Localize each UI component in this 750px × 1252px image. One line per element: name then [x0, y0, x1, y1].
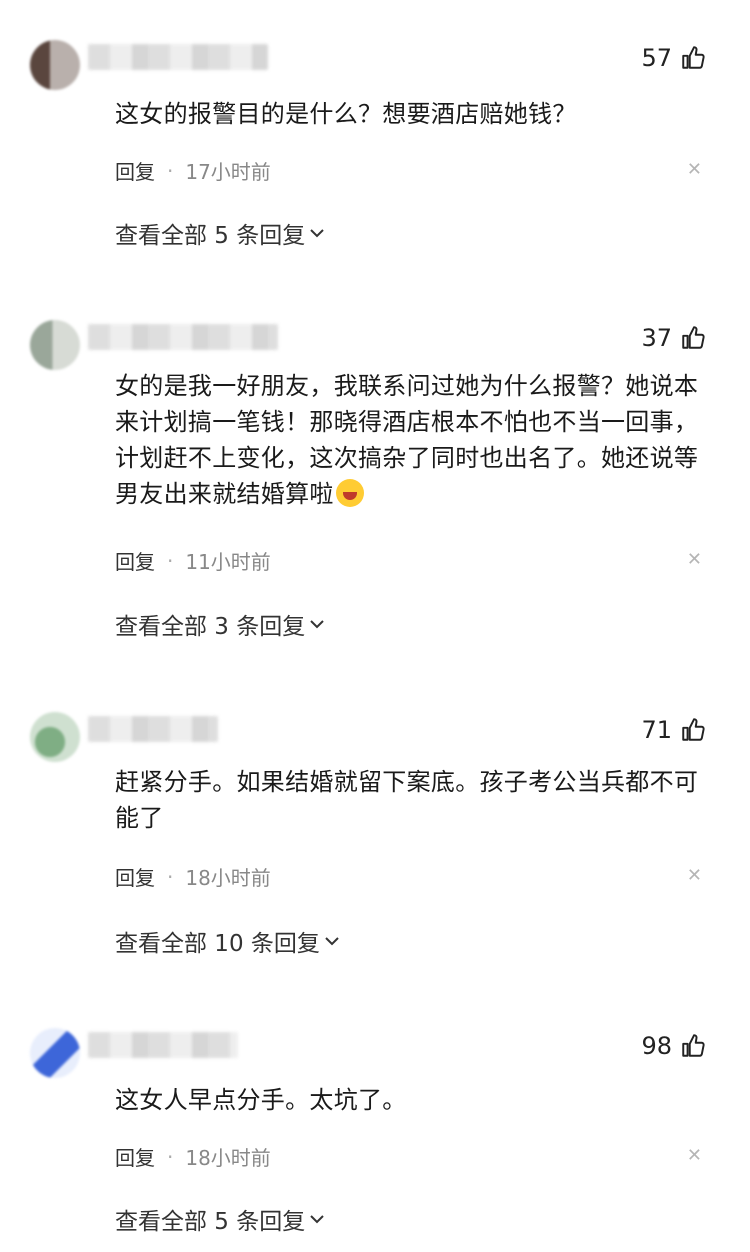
- view-replies-label: 查看全部 5 条回复: [115, 223, 306, 249]
- view-replies-link[interactable]: 查看全部 3 条回复: [115, 607, 325, 641]
- comment-meta: 回复 · 18小时前: [115, 1142, 271, 1171]
- comment-time: 18小时前: [185, 1146, 271, 1170]
- comment-text: 这女人早点分手。太坑了。: [115, 1086, 407, 1114]
- close-icon[interactable]: ✕: [687, 159, 702, 180]
- laughing-emoji-icon: [335, 479, 364, 507]
- view-replies-link[interactable]: 查看全部 10 条回复: [115, 924, 340, 958]
- comment-time: 17小时前: [185, 160, 271, 184]
- view-replies-link[interactable]: 查看全部 5 条回复: [115, 216, 325, 250]
- separator-dot: ·: [167, 548, 174, 573]
- separator-dot: ·: [167, 1144, 174, 1169]
- avatar[interactable]: [30, 712, 80, 762]
- comment-meta: 回复 · 17小时前: [115, 156, 271, 185]
- chevron-down-icon: [325, 937, 339, 946]
- reply-button[interactable]: 回复: [115, 862, 155, 891]
- view-replies-label: 查看全部 3 条回复: [115, 614, 306, 640]
- username-blurred[interactable]: [88, 716, 218, 742]
- thumbs-up-icon: [682, 718, 705, 741]
- close-icon[interactable]: ✕: [687, 865, 702, 886]
- separator-dot: ·: [167, 864, 174, 889]
- comment-text-block: 女的是我一好朋友，我联系问过她为什么报警？她说本来计划搞一笔钱！那晓得酒店根本不…: [115, 368, 705, 512]
- avatar[interactable]: [30, 40, 80, 90]
- close-icon[interactable]: ✕: [687, 549, 702, 570]
- comment-text: 赶紧分手。如果结婚就留下案底。孩子考公当兵都不可能了: [115, 768, 699, 832]
- view-replies-label: 查看全部 5 条回复: [115, 1209, 306, 1235]
- thumbs-up-icon: [682, 46, 705, 69]
- comment-text: 女的是我一好朋友，我联系问过她为什么报警？她说本来计划搞一笔钱！那晓得酒店根本不…: [115, 372, 699, 508]
- chevron-down-icon: [310, 229, 324, 238]
- comment-meta: 回复 · 11小时前: [115, 546, 271, 575]
- comment-text: 这女的报警目的是什么？想要酒店赔她钱？: [115, 100, 577, 128]
- comment-time: 18小时前: [185, 866, 271, 890]
- like-button[interactable]: 37: [641, 324, 706, 352]
- username-blurred[interactable]: [88, 324, 278, 350]
- thumbs-up-icon: [682, 326, 705, 349]
- view-replies-link[interactable]: 查看全部 5 条回复: [115, 1202, 325, 1236]
- avatar[interactable]: [30, 1028, 80, 1078]
- like-count: 37: [641, 324, 672, 352]
- username-blurred[interactable]: [88, 1032, 238, 1058]
- username-blurred[interactable]: [88, 44, 268, 70]
- view-replies-label: 查看全部 10 条回复: [115, 931, 320, 957]
- chevron-down-icon: [310, 620, 324, 629]
- reply-button[interactable]: 回复: [115, 546, 155, 575]
- avatar[interactable]: [30, 320, 80, 370]
- comment-time: 11小时前: [185, 550, 271, 574]
- like-count: 98: [641, 1032, 672, 1060]
- reply-button[interactable]: 回复: [115, 1142, 155, 1171]
- like-button[interactable]: 71: [641, 716, 706, 744]
- separator-dot: ·: [167, 158, 174, 183]
- comment-meta: 回复 · 18小时前: [115, 862, 271, 891]
- reply-button[interactable]: 回复: [115, 156, 155, 185]
- like-count: 71: [641, 716, 672, 744]
- like-count: 57: [641, 44, 672, 72]
- chevron-down-icon: [310, 1215, 324, 1224]
- like-button[interactable]: 98: [641, 1032, 706, 1060]
- like-button[interactable]: 57: [641, 44, 706, 72]
- thumbs-up-icon: [682, 1034, 705, 1057]
- close-icon[interactable]: ✕: [687, 1145, 702, 1166]
